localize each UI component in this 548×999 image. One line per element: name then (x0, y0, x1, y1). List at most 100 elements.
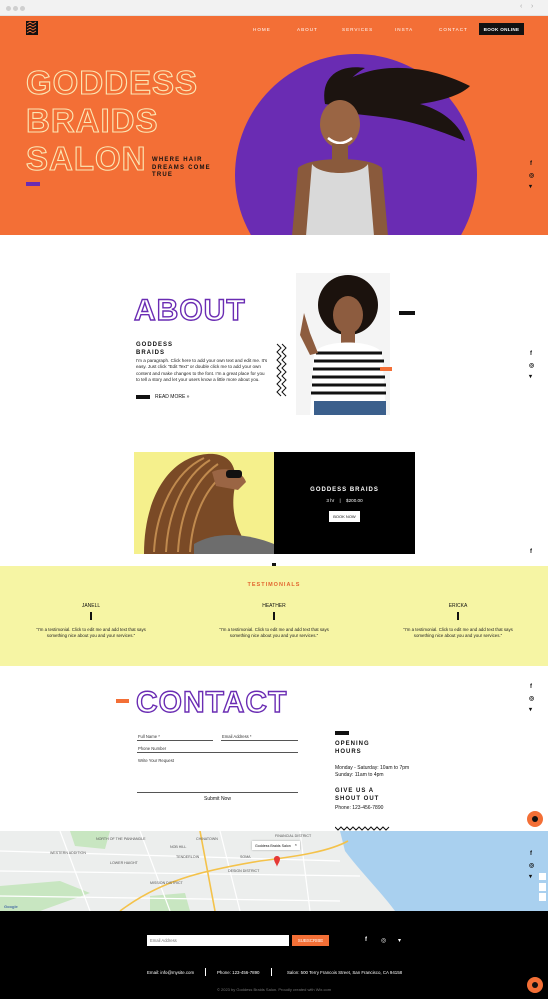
footer-address: Salon: 500 Terry Francois Street, San Fr… (287, 970, 403, 975)
about-title: ABOUT (133, 293, 246, 327)
twitter-icon[interactable]: ▾ (529, 183, 532, 190)
testimonial-name: ERICKA (448, 603, 468, 609)
service-price: $200.00 (346, 498, 363, 503)
testimonial-quote: "I'm a testimonial. Click to edit me and… (403, 627, 513, 638)
twitter-icon[interactable]: ▾ (529, 706, 532, 713)
chat-button[interactable] (527, 811, 543, 827)
facebook-icon[interactable]: f (530, 549, 532, 555)
footer-phone: Phone: 123-456-7890 (217, 970, 260, 975)
nav-services[interactable]: SERVICES (342, 27, 373, 32)
testimonial-quote: "I'm a testimonial. Click to edit me and… (219, 627, 329, 638)
request-label: Write Your Request (138, 758, 175, 763)
full-name-field[interactable] (137, 740, 213, 741)
full-name-label: Full Name * (138, 734, 160, 739)
service-title: GODDESS BRAIDS (310, 487, 379, 493)
footer-email: Email: info@mysite.com (147, 970, 195, 975)
accent-bar (26, 182, 40, 186)
nav-contact[interactable]: CONTACT (439, 27, 468, 32)
about-subtitle: GODDESS BRAIDS (136, 342, 174, 356)
accent-bar (335, 731, 349, 735)
copyright: © 2023 by Goddess Braids Salon. Proudly … (216, 987, 332, 992)
book-online-button[interactable]: BOOK ONLINE (479, 23, 524, 35)
submit-button[interactable]: Submit Now (204, 796, 231, 802)
newsletter-email-input[interactable] (147, 935, 289, 946)
forward-arrow-icon[interactable]: › (531, 3, 533, 10)
subscribe-button[interactable]: SUBSCRIBE (292, 935, 329, 946)
hours-weekdays: Monday - Saturday: 10am to 7pm (335, 765, 410, 771)
shout-out-title: GIVE US A SHOUT OUT (335, 788, 380, 802)
nav-insta[interactable]: INSTA (395, 27, 413, 32)
phone-field[interactable] (137, 752, 298, 753)
testimonial-quote: "I'm a testimonial. Click to edit me and… (36, 627, 146, 638)
testimonials-title: TESTIMONIALS (247, 582, 301, 588)
footer (0, 911, 548, 999)
book-now-button[interactable]: BOOK NOW (329, 511, 360, 522)
map-label: NOB HILL (170, 845, 187, 849)
opening-hours-title: OPENING HOURS (335, 741, 370, 755)
nav-about[interactable]: ABOUT (297, 27, 318, 32)
map-label: LOWER HAIGHT (110, 861, 138, 865)
contact-phone: Phone: 123-456-7890 (335, 805, 384, 811)
close-icon[interactable]: × (295, 842, 297, 847)
divider (205, 968, 206, 976)
accent-bar (399, 311, 415, 315)
window-dot-icon (6, 6, 11, 11)
google-logo: Google (4, 904, 18, 909)
hero-model-image (292, 67, 470, 235)
contact-title: CONTACT (135, 685, 288, 719)
map-label: WESTERN ADDITION (50, 851, 86, 855)
chat-icon (532, 816, 538, 822)
instagram-icon[interactable]: ◎ (529, 362, 534, 369)
instagram-icon[interactable]: ◎ (381, 937, 386, 944)
instagram-icon[interactable]: ◎ (529, 862, 534, 869)
email-label: Email Address * (222, 734, 252, 739)
map-popup: Goddess Braids Salon × (252, 841, 300, 850)
instagram-icon[interactable]: ◎ (529, 695, 534, 702)
browser-bar: ‹ › (0, 0, 548, 16)
testimonial-bar (90, 612, 92, 620)
window-dot-icon (13, 6, 18, 11)
twitter-icon[interactable]: ▾ (529, 373, 532, 380)
accent-bar (116, 699, 129, 703)
testimonial-name: JANELL (81, 603, 101, 609)
facebook-icon[interactable]: f (530, 851, 532, 857)
map-label: FINANCIAL DISTRICT (275, 834, 312, 838)
facebook-icon[interactable]: f (530, 351, 532, 357)
map-label: NORTH OF THE PANHANDLE (96, 837, 146, 841)
map-popup-label: Goddess Braids Salon (255, 843, 291, 848)
divider (271, 968, 272, 976)
hero-title-line2: BRAIDS (25, 101, 159, 139)
facebook-icon[interactable]: f (530, 684, 532, 690)
chat-button[interactable] (527, 977, 543, 993)
hours-sunday: Sunday: 11am to 4pm (335, 772, 384, 778)
map-label: MISSION DISTRICT (150, 881, 183, 885)
phone-label: Phone Number (138, 746, 167, 751)
instagram-icon[interactable]: ◎ (529, 172, 534, 179)
request-textarea[interactable] (137, 792, 298, 793)
accent-bar (380, 367, 392, 371)
facebook-icon[interactable]: f (365, 937, 367, 943)
twitter-icon[interactable]: ▾ (398, 937, 401, 944)
testimonial-bar (457, 612, 459, 620)
email-field[interactable] (221, 740, 298, 741)
logo-icon[interactable] (26, 21, 38, 40)
hero-title-line3: SALON (25, 139, 147, 177)
twitter-icon[interactable]: ▾ (529, 873, 532, 880)
zigzag-decor-icon (276, 343, 287, 397)
read-more-link[interactable]: READ MORE » (155, 394, 189, 400)
testimonial-bar (273, 612, 275, 620)
read-more-bar (136, 395, 150, 399)
hero-section: HOME ABOUT SERVICES INSTA CONTACT BOOK O… (0, 16, 548, 235)
map-label: TENDERLOIN (176, 855, 200, 859)
facebook-icon[interactable]: f (530, 161, 532, 167)
booking-panel (274, 452, 415, 554)
map-label: SOMA (240, 855, 251, 859)
page: ‹ › HOME ABOUT SERVICES INSTA CONTACT BO… (0, 0, 548, 999)
back-arrow-icon[interactable]: ‹ (520, 3, 522, 10)
testimonial-name: HEATHER (262, 603, 286, 609)
nav-home[interactable]: HOME (253, 27, 271, 32)
map-label: CHINATOWN (196, 837, 218, 841)
hero-tagline: WHERE HAIR DREAMS COME TRUE (152, 157, 211, 178)
service-meta: 3 hr | $200.00 (326, 498, 363, 503)
window-dot-icon (20, 6, 25, 11)
